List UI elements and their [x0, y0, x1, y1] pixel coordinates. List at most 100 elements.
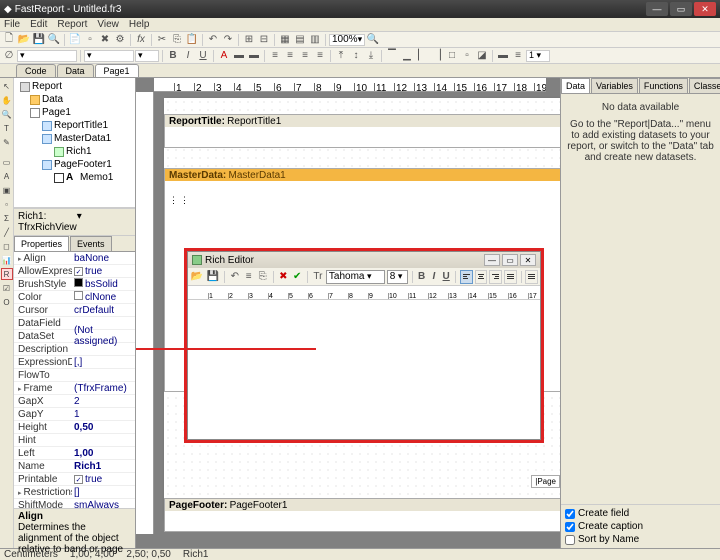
rich-ok-button[interactable]: ✔ — [291, 270, 303, 284]
rich-tool[interactable]: R — [1, 268, 13, 280]
undo-button[interactable]: ↶ — [206, 33, 220, 47]
menu-view[interactable]: View — [97, 19, 119, 30]
band-tool[interactable]: ▭ — [1, 156, 13, 168]
report-tree[interactable]: Report Data Page1 ReportTitle1 MasterDat… — [14, 78, 135, 208]
rich-cancel-button[interactable]: ✖ — [277, 270, 289, 284]
property-row[interactable]: Printable✓true — [14, 473, 135, 486]
property-row[interactable]: GapX2 — [14, 395, 135, 408]
rich-underline-button[interactable]: U — [441, 270, 451, 284]
reporttitle-band[interactable]: ReportTitle: ReportTitle1 — [164, 114, 560, 148]
align-bottom-button[interactable]: ⤓ — [364, 49, 378, 63]
tree-masterdata[interactable]: MasterData1 — [54, 133, 111, 144]
pagefooter-band[interactable]: PageFooter: PageFooter1 — [164, 498, 560, 532]
frame-none-button[interactable]: ▫ — [460, 49, 474, 63]
property-row[interactable]: GapY1 — [14, 408, 135, 421]
property-row[interactable]: AlignbaNone — [14, 252, 135, 265]
tab-properties[interactable]: Properties — [14, 236, 69, 251]
frame-all-button[interactable]: □ — [445, 49, 459, 63]
property-row[interactable]: Hint — [14, 434, 135, 447]
rtab-data[interactable]: Data — [561, 78, 590, 93]
redo-button[interactable]: ↷ — [221, 33, 235, 47]
new-page-button[interactable]: 📄 — [68, 33, 82, 47]
nostyle-button[interactable]: ∅ — [2, 49, 16, 63]
tree-rich1[interactable]: Rich1 — [66, 146, 92, 157]
dialog-minimize-button[interactable]: — — [484, 254, 500, 266]
rich-object-selection[interactable]: Rich Editor — ▭ ✕ 📂 💾 ↶ ≡ ⎘ ✖ ✔ — [184, 248, 544, 443]
open-button[interactable]: 📂 — [17, 33, 31, 47]
rich-expr-button[interactable]: ≡ — [243, 270, 255, 284]
frame-bottom-button[interactable]: ▁ — [400, 49, 414, 63]
frame-right-button[interactable]: ▕ — [430, 49, 444, 63]
highlight-button[interactable]: ▬ — [232, 49, 246, 63]
rich-size-combo[interactable]: 8 ▾ — [387, 270, 408, 284]
line-tool[interactable]: ╱ — [1, 226, 13, 238]
tab-events[interactable]: Events — [70, 236, 112, 251]
align-middle-button[interactable]: ↕ — [349, 49, 363, 63]
rich-font-combo[interactable]: Tahoma ▾ — [326, 270, 385, 284]
group-button[interactable]: ⊞ — [242, 33, 256, 47]
chart-tool[interactable]: 📊 — [1, 254, 13, 266]
align-grid-button[interactable]: ▤ — [293, 33, 307, 47]
tree-data[interactable]: Data — [42, 94, 63, 105]
new-dialog-button[interactable]: ▫ — [83, 33, 97, 47]
paste-button[interactable]: 📋 — [185, 33, 199, 47]
rich-align-justify-button[interactable] — [504, 270, 517, 284]
close-button[interactable]: ✕ — [694, 2, 716, 16]
ole-tool[interactable]: O — [1, 296, 13, 308]
frame-color-button[interactable]: ▬ — [496, 49, 510, 63]
frame-left-button[interactable]: ▏ — [415, 49, 429, 63]
tab-code[interactable]: Code — [16, 64, 56, 77]
rtab-variables[interactable]: Variables — [591, 78, 638, 93]
property-row[interactable]: NameRich1 — [14, 460, 135, 473]
tree-pagefooter[interactable]: PageFooter1 — [54, 159, 112, 170]
property-row[interactable]: Left1,00 — [14, 447, 135, 460]
sort-by-name-checkbox[interactable]: Sort by Name — [565, 533, 716, 546]
rich-italic-button[interactable]: I — [429, 270, 439, 284]
rtab-classes[interactable]: Classes — [689, 78, 720, 93]
align-top-button[interactable]: ⤒ — [334, 49, 348, 63]
italic-button[interactable]: I — [181, 49, 195, 63]
property-row[interactable]: ShiftModesmAlways — [14, 499, 135, 508]
property-row[interactable]: ColorclNone — [14, 291, 135, 304]
underline-button[interactable]: U — [196, 49, 210, 63]
ungroup-button[interactable]: ⊟ — [257, 33, 271, 47]
zoom-combo[interactable]: 100% ▾ — [329, 34, 365, 46]
font-combo[interactable]: ▾ — [84, 50, 134, 62]
subreport-tool[interactable]: ▫ — [1, 198, 13, 210]
sysmemo-tool[interactable]: Σ — [1, 212, 13, 224]
tree-page1[interactable]: Page1 — [42, 107, 71, 118]
frame-style-button[interactable]: ≡ — [511, 49, 525, 63]
rtab-functions[interactable]: Functions — [639, 78, 688, 93]
new-button[interactable]: 🗋 — [2, 33, 16, 47]
menu-help[interactable]: Help — [129, 19, 150, 30]
delete-page-button[interactable]: ✖ — [98, 33, 112, 47]
rich-align-left-button[interactable] — [460, 270, 473, 284]
shape-tool[interactable]: ◻ — [1, 240, 13, 252]
preview-button[interactable]: 🔍 — [47, 33, 61, 47]
select-tool[interactable]: ↖ — [1, 80, 13, 92]
rich-editor-textarea[interactable] — [188, 300, 540, 439]
align-justify-button[interactable]: ≡ — [313, 49, 327, 63]
menu-report[interactable]: Report — [57, 19, 87, 30]
dialog-maximize-button[interactable]: ▭ — [502, 254, 518, 266]
rich-bold-button[interactable]: B — [417, 270, 427, 284]
frame-width-combo[interactable]: 1 ▾ — [526, 50, 550, 62]
grid-button[interactable]: ▦ — [278, 33, 292, 47]
picture-tool[interactable]: ▣ — [1, 184, 13, 196]
tree-reporttitle[interactable]: ReportTitle1 — [54, 120, 108, 131]
frame-top-button[interactable]: ▔ — [385, 49, 399, 63]
rich-bullets-button[interactable] — [525, 270, 538, 284]
frame-shadow-button[interactable]: ◪ — [475, 49, 489, 63]
property-row[interactable]: ExpressionDe[,] — [14, 356, 135, 369]
create-caption-checkbox[interactable]: Create caption — [565, 520, 716, 533]
rich-font-button[interactable]: Tr — [312, 270, 324, 284]
property-row[interactable]: Frame(TfrxFrame) — [14, 382, 135, 395]
create-field-checkbox[interactable]: Create field — [565, 507, 716, 520]
minimize-button[interactable]: — — [646, 2, 668, 16]
menu-edit[interactable]: Edit — [30, 19, 47, 30]
maximize-button[interactable]: ▭ — [670, 2, 692, 16]
property-row[interactable]: Restrictions[] — [14, 486, 135, 499]
tab-data[interactable]: Data — [57, 64, 94, 77]
size-combo[interactable]: ▾ — [135, 50, 159, 62]
text-tool[interactable]: T — [1, 122, 13, 134]
